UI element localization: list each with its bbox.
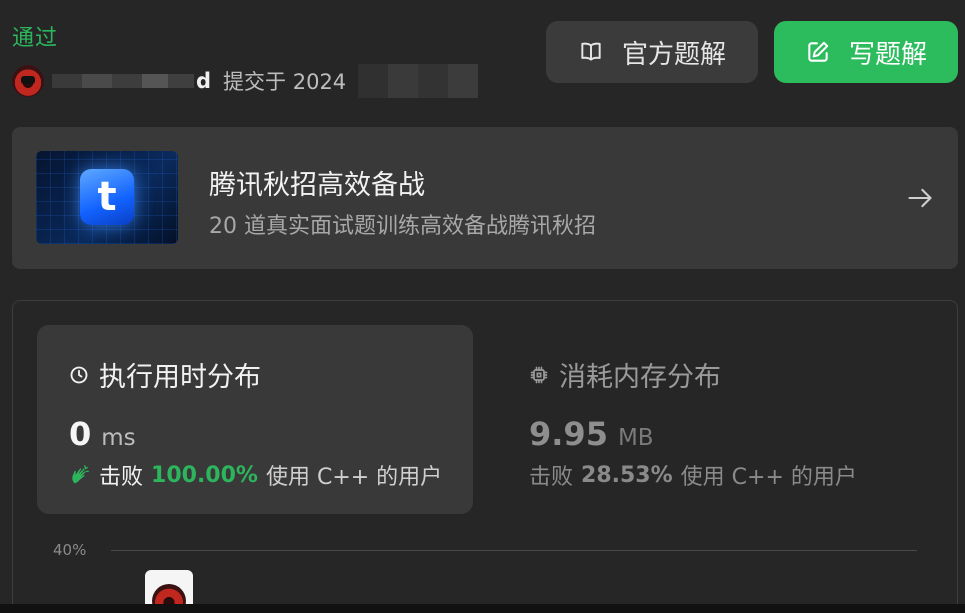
- memory-beats: 击败 28.53% 使用 C++ 的用户: [529, 459, 857, 491]
- tencent-logo-icon: t: [80, 169, 134, 225]
- runtime-title: 执行用时分布: [99, 362, 261, 393]
- memory-card[interactable]: 消耗内存分布 9.95 MB 击败 28.53% 使用 C++ 的用户: [529, 325, 929, 514]
- book-icon: [581, 42, 601, 61]
- promo-subtitle: 20 道真实面试题训练高效备战腾讯秋招: [209, 214, 596, 239]
- submitted-at-label: 提交于 2024: [223, 70, 347, 94]
- write-solution-label: 写题解: [848, 39, 927, 70]
- chip-icon: [530, 366, 548, 383]
- submitted-date-redacted: [358, 64, 479, 98]
- memory-beats-percent: 28.53%: [581, 462, 673, 488]
- status-passed: 通过: [12, 26, 59, 51]
- runtime-beats-label: 击败: [99, 465, 144, 490]
- user-avatar[interactable]: [12, 65, 44, 97]
- official-solution-button[interactable]: 官方题解: [546, 21, 758, 83]
- memory-number: 9.95: [529, 415, 608, 453]
- runtime-beats: 击败 100.00% 使用 C++ 的用户: [69, 459, 442, 491]
- official-solution-label: 官方题解: [621, 39, 726, 70]
- username-tail: d: [196, 69, 212, 93]
- arrow-right-icon[interactable]: [906, 184, 934, 212]
- runtime-card[interactable]: 执行用时分布 0 ms 击败 100.00% 使用 C++ 的用户: [37, 325, 473, 514]
- username-redacted[interactable]: d: [52, 65, 211, 97]
- memory-title: 消耗内存分布: [559, 362, 721, 393]
- write-solution-button[interactable]: 写题解: [774, 21, 958, 83]
- chart-gridline: [111, 550, 917, 551]
- memory-value: 9.95 MB: [529, 415, 654, 453]
- submission-info: d 提交于 2024: [12, 64, 479, 98]
- distribution-chart: 40%: [53, 541, 923, 613]
- memory-beats-tail: 使用 C++ 的用户: [680, 465, 857, 490]
- runtime-unit: ms: [101, 425, 136, 451]
- performance-panel: 执行用时分布 0 ms 击败 100.00% 使用 C++ 的用户 消耗内存分布…: [12, 300, 958, 613]
- runtime-beats-percent: 100.00%: [151, 462, 258, 488]
- promo-card[interactable]: t 腾讯秋招高效备战 20 道真实面试题训练高效备战腾讯秋招: [12, 127, 958, 269]
- memory-beats-label: 击败: [529, 465, 574, 490]
- promo-thumbnail: t: [36, 151, 178, 244]
- memory-heading: 消耗内存分布: [529, 355, 721, 394]
- runtime-beats-tail: 使用 C++ 的用户: [265, 465, 443, 490]
- runtime-heading: 执行用时分布: [69, 355, 261, 394]
- clap-hands-icon: [72, 465, 89, 484]
- bottom-edge: [0, 604, 965, 613]
- y-axis-tick-label: 40%: [53, 541, 87, 559]
- runtime-value: 0 ms: [69, 415, 136, 453]
- runtime-number: 0: [69, 415, 92, 453]
- clock-icon: [70, 366, 88, 383]
- edit-icon: [808, 41, 829, 62]
- memory-unit: MB: [617, 425, 654, 451]
- promo-title: 腾讯秋招高效备战: [209, 170, 425, 201]
